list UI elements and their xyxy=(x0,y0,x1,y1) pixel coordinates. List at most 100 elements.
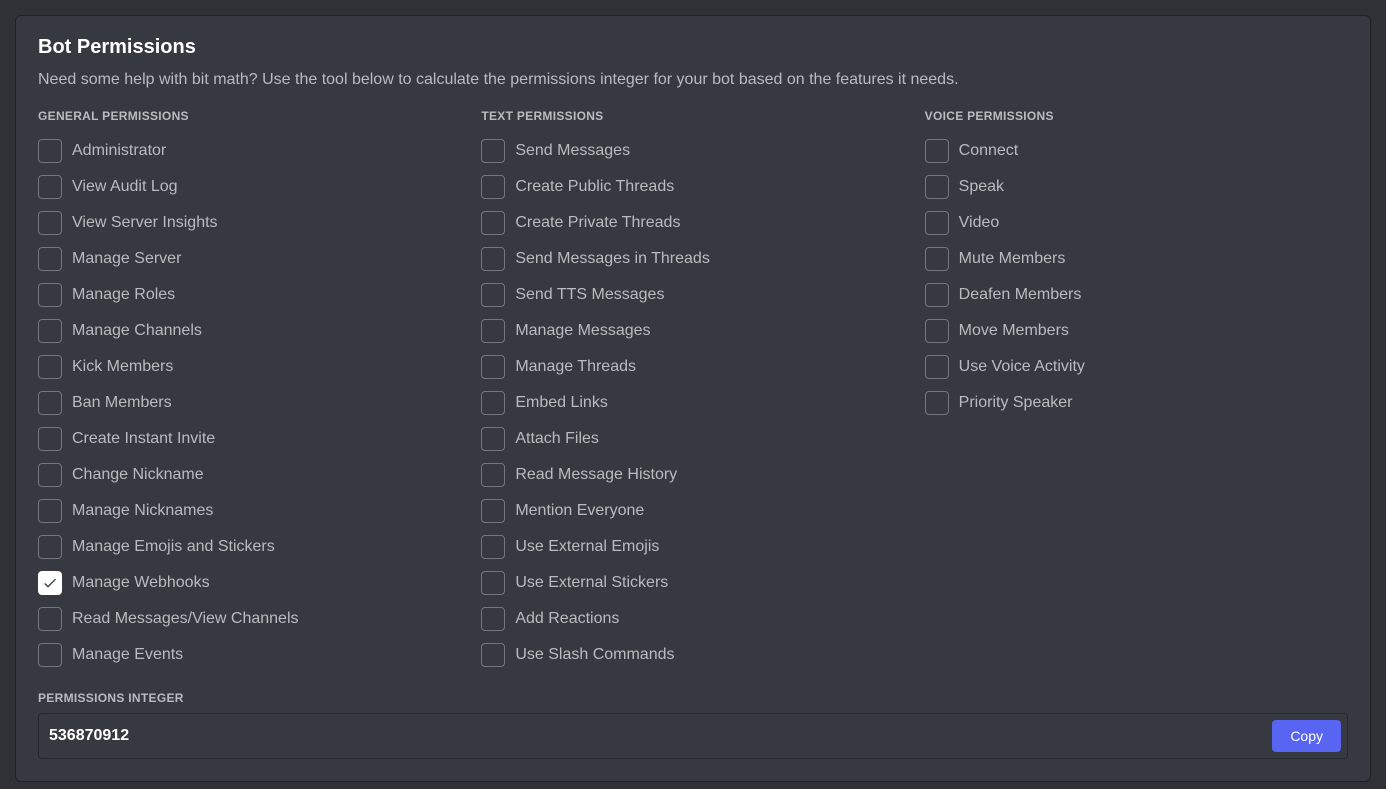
permission-label: Use External Emojis xyxy=(515,538,659,556)
permission-read-messages-view-channels[interactable]: Read Messages/View Channels xyxy=(38,601,461,637)
permission-administrator[interactable]: Administrator xyxy=(38,133,461,169)
permission-label: Change Nickname xyxy=(72,466,204,484)
permission-label: Manage Channels xyxy=(72,322,202,340)
permission-move-members[interactable]: Move Members xyxy=(925,313,1348,349)
permission-manage-server[interactable]: Manage Server xyxy=(38,241,461,277)
checkbox-use-external-emojis[interactable] xyxy=(481,535,505,559)
checkbox-embed-links[interactable] xyxy=(481,391,505,415)
checkbox-mute-members[interactable] xyxy=(925,247,949,271)
permission-manage-messages[interactable]: Manage Messages xyxy=(481,313,904,349)
checkbox-create-public-threads[interactable] xyxy=(481,175,505,199)
checkbox-manage-threads[interactable] xyxy=(481,355,505,379)
checkbox-priority-speaker[interactable] xyxy=(925,391,949,415)
checkbox-manage-roles[interactable] xyxy=(38,283,62,307)
permission-send-messages-in-threads[interactable]: Send Messages in Threads xyxy=(481,241,904,277)
permission-label: Priority Speaker xyxy=(959,394,1073,412)
permission-attach-files[interactable]: Attach Files xyxy=(481,421,904,457)
checkbox-send-tts-messages[interactable] xyxy=(481,283,505,307)
permission-label: Read Message History xyxy=(515,466,677,484)
checkbox-add-reactions[interactable] xyxy=(481,607,505,631)
text-permissions-column: TEXT PERMISSIONS Send MessagesCreate Pub… xyxy=(481,109,904,673)
permission-label: Attach Files xyxy=(515,430,599,448)
permission-add-reactions[interactable]: Add Reactions xyxy=(481,601,904,637)
permission-label: Administrator xyxy=(72,142,166,160)
checkbox-view-audit-log[interactable] xyxy=(38,175,62,199)
checkbox-administrator[interactable] xyxy=(38,139,62,163)
permission-read-message-history[interactable]: Read Message History xyxy=(481,457,904,493)
permission-video[interactable]: Video xyxy=(925,205,1348,241)
checkbox-video[interactable] xyxy=(925,211,949,235)
permission-manage-webhooks[interactable]: Manage Webhooks xyxy=(38,565,461,601)
permission-mention-everyone[interactable]: Mention Everyone xyxy=(481,493,904,529)
checkbox-manage-nicknames[interactable] xyxy=(38,499,62,523)
permission-use-slash-commands[interactable]: Use Slash Commands xyxy=(481,637,904,673)
panel-title: Bot Permissions xyxy=(38,36,1348,59)
permission-label: Speak xyxy=(959,178,1004,196)
permission-label: Add Reactions xyxy=(515,610,619,628)
permission-manage-threads[interactable]: Manage Threads xyxy=(481,349,904,385)
checkbox-read-message-history[interactable] xyxy=(481,463,505,487)
permission-use-voice-activity[interactable]: Use Voice Activity xyxy=(925,349,1348,385)
permission-create-private-threads[interactable]: Create Private Threads xyxy=(481,205,904,241)
permission-manage-events[interactable]: Manage Events xyxy=(38,637,461,673)
checkbox-send-messages[interactable] xyxy=(481,139,505,163)
permission-connect[interactable]: Connect xyxy=(925,133,1348,169)
permission-send-tts-messages[interactable]: Send TTS Messages xyxy=(481,277,904,313)
permission-mute-members[interactable]: Mute Members xyxy=(925,241,1348,277)
checkbox-change-nickname[interactable] xyxy=(38,463,62,487)
permission-view-audit-log[interactable]: View Audit Log xyxy=(38,169,461,205)
permission-label: Use Voice Activity xyxy=(959,358,1085,376)
permissions-columns: GENERAL PERMISSIONS AdministratorView Au… xyxy=(38,109,1348,673)
permission-label: Manage Nicknames xyxy=(72,502,213,520)
checkbox-create-instant-invite[interactable] xyxy=(38,427,62,451)
checkbox-manage-channels[interactable] xyxy=(38,319,62,343)
checkbox-manage-webhooks[interactable] xyxy=(38,571,62,595)
checkbox-manage-messages[interactable] xyxy=(481,319,505,343)
permission-manage-roles[interactable]: Manage Roles xyxy=(38,277,461,313)
permission-priority-speaker[interactable]: Priority Speaker xyxy=(925,385,1348,421)
checkbox-manage-server[interactable] xyxy=(38,247,62,271)
permission-kick-members[interactable]: Kick Members xyxy=(38,349,461,385)
permission-label: Manage Emojis and Stickers xyxy=(72,538,275,556)
permission-manage-nicknames[interactable]: Manage Nicknames xyxy=(38,493,461,529)
checkbox-manage-emojis-and-stickers[interactable] xyxy=(38,535,62,559)
voice-permissions-column: VOICE PERMISSIONS ConnectSpeakVideoMute … xyxy=(925,109,1348,673)
checkbox-connect[interactable] xyxy=(925,139,949,163)
checkbox-speak[interactable] xyxy=(925,175,949,199)
permission-label: Deafen Members xyxy=(959,286,1082,304)
checkbox-send-messages-in-threads[interactable] xyxy=(481,247,505,271)
permission-manage-channels[interactable]: Manage Channels xyxy=(38,313,461,349)
permission-label: Manage Threads xyxy=(515,358,636,376)
permission-speak[interactable]: Speak xyxy=(925,169,1348,205)
permission-use-external-emojis[interactable]: Use External Emojis xyxy=(481,529,904,565)
permission-manage-emojis-and-stickers[interactable]: Manage Emojis and Stickers xyxy=(38,529,461,565)
checkbox-create-private-threads[interactable] xyxy=(481,211,505,235)
permission-use-external-stickers[interactable]: Use External Stickers xyxy=(481,565,904,601)
permission-create-public-threads[interactable]: Create Public Threads xyxy=(481,169,904,205)
permission-ban-members[interactable]: Ban Members xyxy=(38,385,461,421)
permission-embed-links[interactable]: Embed Links xyxy=(481,385,904,421)
checkbox-move-members[interactable] xyxy=(925,319,949,343)
checkbox-read-messages-view-channels[interactable] xyxy=(38,607,62,631)
checkbox-ban-members[interactable] xyxy=(38,391,62,415)
checkbox-use-slash-commands[interactable] xyxy=(481,643,505,667)
checkbox-use-external-stickers[interactable] xyxy=(481,571,505,595)
permission-create-instant-invite[interactable]: Create Instant Invite xyxy=(38,421,461,457)
permissions-integer-label: PERMISSIONS INTEGER xyxy=(38,691,1348,705)
permission-view-server-insights[interactable]: View Server Insights xyxy=(38,205,461,241)
permission-label: Create Instant Invite xyxy=(72,430,215,448)
text-permissions-header: TEXT PERMISSIONS xyxy=(481,109,904,123)
permission-deafen-members[interactable]: Deafen Members xyxy=(925,277,1348,313)
checkbox-use-voice-activity[interactable] xyxy=(925,355,949,379)
permission-change-nickname[interactable]: Change Nickname xyxy=(38,457,461,493)
permission-label: Connect xyxy=(959,142,1019,160)
checkbox-mention-everyone[interactable] xyxy=(481,499,505,523)
copy-button[interactable]: Copy xyxy=(1272,720,1341,752)
checkbox-deafen-members[interactable] xyxy=(925,283,949,307)
checkbox-view-server-insights[interactable] xyxy=(38,211,62,235)
checkbox-manage-events[interactable] xyxy=(38,643,62,667)
checkbox-attach-files[interactable] xyxy=(481,427,505,451)
permission-send-messages[interactable]: Send Messages xyxy=(481,133,904,169)
permission-label: Video xyxy=(959,214,1000,232)
checkbox-kick-members[interactable] xyxy=(38,355,62,379)
